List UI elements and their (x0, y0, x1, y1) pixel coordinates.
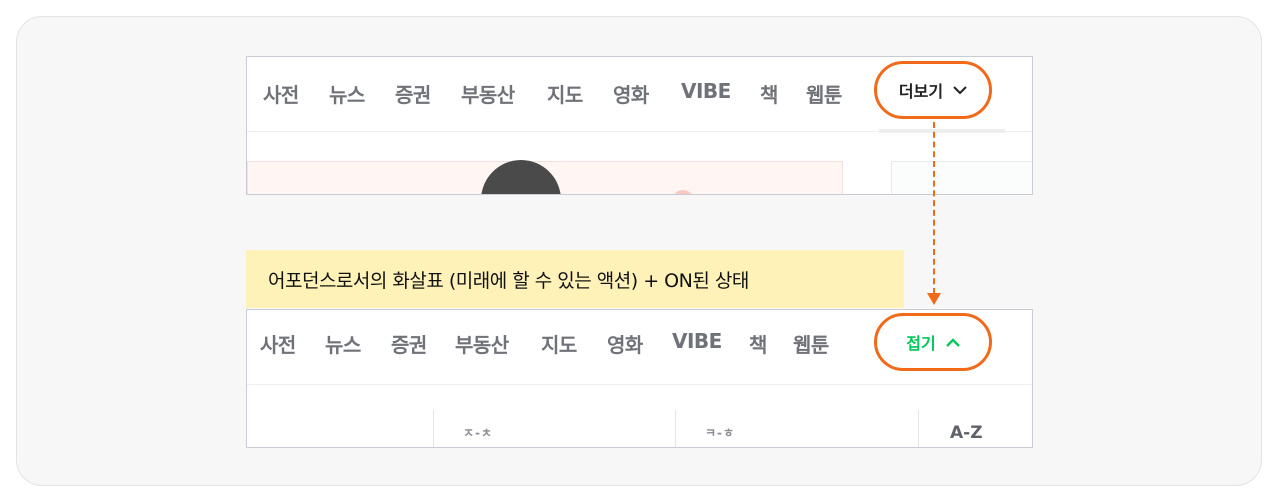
nav-item-movie[interactable]: 영화 (613, 79, 649, 108)
chevron-down-icon (953, 85, 967, 94)
collapsed-state-panel: 사전 뉴스 증권 부동산 지도 영화 VIBE 책 웹툰 더보기 (246, 56, 1033, 195)
arrow-down-icon (927, 293, 941, 305)
nav-item-webtoon[interactable]: 웹툰 (806, 79, 842, 108)
annotation-label: 어포던스로서의 화살표 (미래에 할 수 있는 액션) + ON된 상태 (246, 250, 904, 308)
nav-item-book[interactable]: 책 (749, 329, 767, 358)
nav-item-news[interactable]: 뉴스 (325, 329, 361, 358)
nav-item-vibe[interactable]: VIBE (672, 329, 722, 353)
nav-item-realestate[interactable]: 부동산 (461, 79, 515, 108)
more-button-label: 더보기 (898, 82, 944, 101)
nav-item-vibe[interactable]: VIBE (681, 79, 731, 103)
column-divider (918, 410, 919, 447)
collapse-button-label: 접기 (906, 334, 936, 353)
nav-item-stocks[interactable]: 증권 (391, 329, 427, 358)
nav-item-map[interactable]: 지도 (547, 79, 583, 108)
index-column-label[interactable]: ㅈ-ㅊ (463, 424, 493, 441)
side-panel (891, 161, 1032, 194)
column-divider (433, 410, 434, 447)
service-nav: 사전 뉴스 증권 부동산 지도 영화 VIBE 책 웹툰 더보기 (247, 57, 1032, 132)
index-column-label[interactable]: ㅋ-ㅎ (705, 424, 735, 441)
nav-item-stocks[interactable]: 증권 (395, 79, 431, 108)
service-nav-expanded: 사전 뉴스 증권 부동산 지도 영화 VIBE 책 웹툰 접기 (247, 310, 1032, 385)
expanded-state-panel: 사전 뉴스 증권 부동산 지도 영화 VIBE 책 웹툰 접기 ㅈ-ㅊ ㅋ-ㅎ … (246, 309, 1033, 448)
more-button[interactable]: 더보기 (874, 61, 992, 119)
dashed-connector (933, 122, 935, 294)
index-column-label[interactable]: A-Z (950, 423, 983, 443)
nav-item-dictionary[interactable]: 사전 (260, 329, 296, 358)
nav-item-dictionary[interactable]: 사전 (263, 79, 299, 108)
nav-item-webtoon[interactable]: 웹툰 (793, 329, 829, 358)
nav-item-book[interactable]: 책 (760, 79, 778, 108)
nav-item-map[interactable]: 지도 (541, 329, 577, 358)
nav-item-movie[interactable]: 영화 (607, 329, 643, 358)
column-divider (675, 410, 676, 447)
collapse-button[interactable]: 접기 (874, 313, 992, 371)
button-shadow-strip (879, 129, 1005, 133)
nav-item-news[interactable]: 뉴스 (329, 79, 365, 108)
chevron-up-icon (945, 337, 960, 347)
nav-item-realestate[interactable]: 부동산 (455, 329, 509, 358)
